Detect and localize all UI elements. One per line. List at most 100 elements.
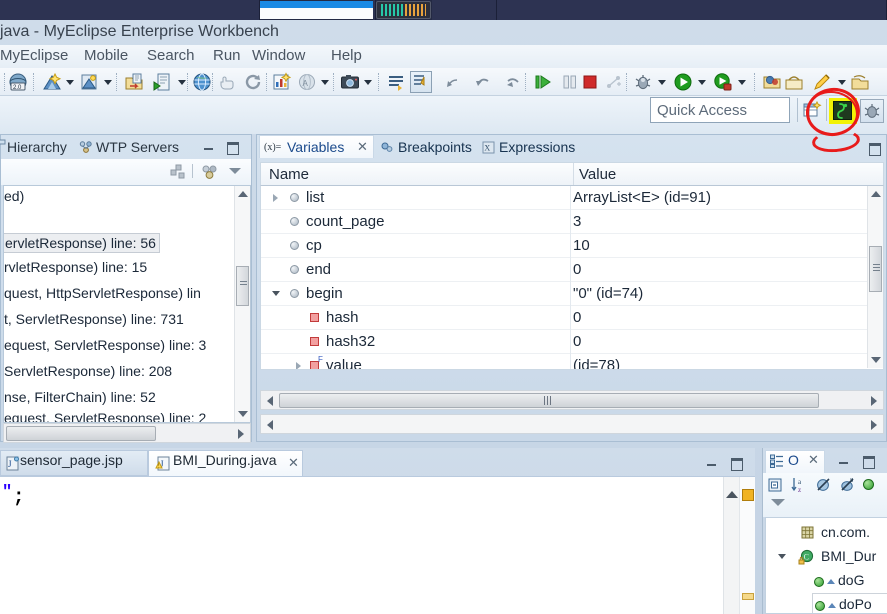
stack-line[interactable]: equest, ServletResponse) line: 2 bbox=[4, 410, 206, 422]
variable-name[interactable]: value bbox=[326, 357, 362, 369]
column-divider[interactable] bbox=[573, 163, 574, 185]
scroll-up-arrow-icon[interactable] bbox=[238, 191, 248, 197]
list-item[interactable]: cn.com. bbox=[766, 521, 887, 545]
forward-icon[interactable] bbox=[503, 72, 523, 92]
run-dropdown-icon[interactable] bbox=[698, 80, 706, 85]
expander-open-icon[interactable] bbox=[272, 291, 280, 296]
view-menu-icon[interactable] bbox=[229, 168, 241, 174]
editor-minimize-button[interactable] bbox=[705, 456, 718, 469]
warning-marker-icon[interactable] bbox=[742, 489, 754, 501]
variable-value[interactable]: 0 bbox=[573, 333, 581, 350]
variable-name[interactable]: begin bbox=[306, 285, 343, 302]
debug-horizontal-scrollbar[interactable] bbox=[3, 423, 251, 443]
open-resource-icon[interactable] bbox=[762, 72, 782, 92]
code-token-semicolon[interactable]: ; bbox=[13, 486, 24, 508]
last-edit-icon[interactable] bbox=[444, 72, 464, 92]
run-external-dropdown-icon[interactable] bbox=[738, 80, 746, 85]
export-icon[interactable] bbox=[784, 72, 804, 92]
close-icon[interactable]: ✕ bbox=[808, 452, 819, 468]
editor-maximize-button[interactable] bbox=[729, 456, 743, 471]
outline-maximize-button[interactable] bbox=[861, 454, 875, 469]
open-perspective-icon[interactable] bbox=[217, 72, 237, 92]
menu-item-search[interactable]: Search bbox=[147, 47, 195, 64]
stack-line[interactable]: t, ServletResponse) line: 731 bbox=[4, 311, 184, 327]
close-icon[interactable]: ✕ bbox=[288, 455, 299, 471]
variables-view-maximize-button[interactable] bbox=[867, 141, 881, 156]
web-2-0-icon[interactable]: 2.0 bbox=[8, 72, 28, 92]
scroll-thumb[interactable] bbox=[236, 266, 249, 306]
menu-item-run[interactable]: Run bbox=[213, 47, 241, 64]
scroll-left-arrow-icon[interactable] bbox=[267, 396, 273, 406]
deploy-icon[interactable] bbox=[124, 72, 144, 92]
stack-line[interactable]: nse, FilterChain) line: 52 bbox=[4, 389, 156, 405]
editor-tab-sensor-page-label[interactable]: sensor_page.jsp bbox=[20, 452, 123, 468]
suspend-icon[interactable] bbox=[560, 72, 580, 92]
hide-static-icon[interactable]: S bbox=[839, 476, 857, 494]
table-row[interactable]: value (id=78) bbox=[261, 354, 868, 369]
scroll-up-arrow-icon[interactable] bbox=[871, 191, 881, 197]
stack-line[interactable]: quest, HttpServletResponse) lin bbox=[4, 285, 201, 301]
snapshot-dropdown-icon[interactable] bbox=[364, 80, 372, 85]
disconnect-icon[interactable] bbox=[604, 72, 624, 92]
variables-horizontal-scrollbar[interactable] bbox=[260, 390, 884, 410]
refresh-icon[interactable] bbox=[243, 72, 263, 92]
menu-item-mobile[interactable]: Mobile bbox=[84, 47, 128, 64]
scroll-right-arrow-icon[interactable] bbox=[238, 429, 244, 439]
new-web-project-dropdown-icon[interactable] bbox=[66, 80, 74, 85]
debug-stack-list[interactable]: ed) ervletResponse) line: 56 rvletRespon… bbox=[3, 185, 251, 423]
editor-vertical-scrollbar[interactable] bbox=[723, 477, 739, 614]
view-menu-icon[interactable] bbox=[771, 499, 785, 506]
taskbar-segment-2[interactable] bbox=[432, 0, 497, 20]
debug-perspective-button[interactable] bbox=[860, 99, 884, 123]
scroll-right-arrow-icon[interactable] bbox=[871, 396, 877, 406]
scroll-down-arrow-icon[interactable] bbox=[871, 357, 881, 363]
code-token-string[interactable]: " bbox=[2, 483, 12, 502]
tab-breakpoints[interactable]: Breakpoints bbox=[398, 139, 472, 155]
outline-item-label[interactable]: doG bbox=[838, 572, 864, 588]
scroll-thumb[interactable] bbox=[869, 246, 882, 292]
tab-hierarchy[interactable]: Hierarchy bbox=[7, 139, 67, 155]
new-project-dropdown-icon[interactable] bbox=[104, 80, 112, 85]
tab-wtp-servers[interactable]: WTP Servers bbox=[96, 139, 179, 155]
table-row[interactable]: cp 10 bbox=[261, 234, 868, 258]
outline-tree[interactable]: cn.com. C BMI_Dur doG doPo bbox=[765, 517, 887, 614]
table-row[interactable]: begin "0" (id=74) bbox=[261, 282, 868, 306]
database-icon[interactable]: A bbox=[297, 72, 317, 92]
outline-item-label[interactable]: doPo bbox=[839, 596, 872, 612]
variable-value[interactable]: (id=78) bbox=[573, 357, 620, 369]
new-report-icon[interactable] bbox=[272, 72, 292, 92]
scroll-down-arrow-icon[interactable] bbox=[238, 411, 248, 417]
browser-icon[interactable] bbox=[192, 72, 212, 92]
collapse-all-icon[interactable] bbox=[169, 163, 187, 181]
variables-outer-horizontal-scrollbar[interactable] bbox=[260, 414, 884, 434]
variable-value[interactable]: ArrayList<E> (id=91) bbox=[573, 189, 711, 206]
run-server-dropdown-icon[interactable] bbox=[178, 80, 186, 85]
list-item[interactable]: doG bbox=[766, 569, 887, 593]
scroll-right-arrow-icon[interactable] bbox=[871, 420, 877, 430]
variable-name[interactable]: count_page bbox=[306, 213, 384, 230]
tab-outline-label[interactable]: O bbox=[788, 452, 799, 468]
menu-item-help[interactable]: Help bbox=[331, 47, 362, 64]
menu-item-window[interactable]: Window bbox=[252, 47, 305, 64]
terminate-icon[interactable] bbox=[580, 72, 600, 92]
new-project-icon[interactable] bbox=[80, 72, 100, 92]
variable-name[interactable]: cp bbox=[306, 237, 322, 254]
stack-line[interactable]: ServletResponse) line: 208 bbox=[4, 363, 172, 379]
next-annotation-icon[interactable] bbox=[410, 71, 432, 93]
stack-line[interactable]: equest, ServletResponse) line: 3 bbox=[4, 337, 206, 353]
debug-dropdown-icon[interactable] bbox=[658, 80, 666, 85]
debug-view-maximize-button[interactable] bbox=[225, 140, 239, 155]
snapshot-icon[interactable] bbox=[340, 72, 360, 92]
table-row[interactable]: list ArrayList<E> (id=91) bbox=[261, 186, 868, 210]
outline-item-label[interactable]: BMI_Dur bbox=[821, 548, 876, 564]
table-row[interactable]: hash32 0 bbox=[261, 330, 868, 354]
resume-icon[interactable] bbox=[533, 72, 553, 92]
outline-minimize-button[interactable] bbox=[837, 454, 850, 467]
debug-view-minimize-button[interactable] bbox=[202, 140, 215, 153]
variable-name[interactable]: hash bbox=[326, 309, 359, 326]
tab-expressions[interactable]: Expressions bbox=[499, 139, 575, 155]
stack-line[interactable]: rvletResponse) line: 15 bbox=[4, 259, 147, 275]
run-server-icon[interactable] bbox=[152, 72, 172, 92]
variable-value[interactable]: 10 bbox=[573, 237, 590, 254]
outline-item-label[interactable]: cn.com. bbox=[821, 524, 870, 540]
